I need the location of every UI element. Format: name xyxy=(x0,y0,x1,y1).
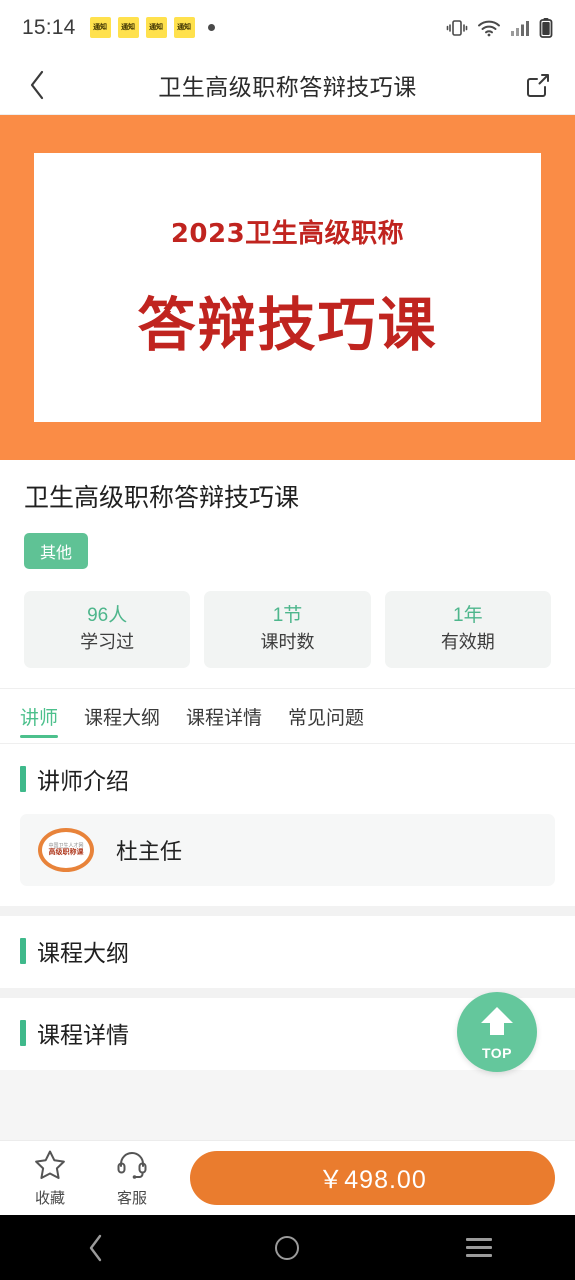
headset-icon xyxy=(116,1149,148,1185)
notification-badge-icon: 通知 xyxy=(145,17,167,38)
tab-outline[interactable]: 课程大纲 xyxy=(84,703,160,743)
android-back-button[interactable] xyxy=(61,1215,131,1280)
customer-service-label: 客服 xyxy=(116,1189,147,1207)
android-navigation-bar xyxy=(0,1215,575,1280)
course-tag-row: 其他 xyxy=(24,532,551,569)
detail-section-title: 课程详情 xyxy=(37,1022,129,1049)
stat-card-learners: 96人 学习过 xyxy=(24,590,191,669)
section-accent-bar xyxy=(20,938,26,965)
vibrate-icon xyxy=(446,18,468,38)
customer-service-button[interactable]: 客服 xyxy=(96,1149,168,1208)
menu-icon xyxy=(466,1238,493,1257)
avatar-line2: 高级职称课 xyxy=(48,848,84,856)
status-bar-system-icons xyxy=(446,17,553,39)
stat-value: 1节 xyxy=(272,604,303,626)
back-button[interactable] xyxy=(20,68,54,102)
stat-label: 学习过 xyxy=(80,632,135,653)
stat-label: 课时数 xyxy=(260,632,315,653)
notification-badge-icon: 通知 xyxy=(173,17,195,38)
stat-label: 有效期 xyxy=(440,632,495,653)
avatar: 中国卫生人才网 高级职称课 xyxy=(38,828,94,873)
notification-badge-icon: 通知 xyxy=(117,17,139,38)
app-header: 卫生高级职称答辩技巧课 xyxy=(0,55,575,115)
course-tabs: 讲师 课程大纲 课程详情 常见问题 xyxy=(0,688,575,745)
favorite-button[interactable]: 收藏 xyxy=(14,1149,86,1208)
banner-subtitle: 2023卫生高级职称 xyxy=(170,219,405,249)
instructor-section-header: 讲师介绍 xyxy=(20,762,555,796)
scroll-to-top-label: TOP xyxy=(481,1044,513,1061)
course-banner[interactable]: 2023卫生高级职称 答辩技巧课 xyxy=(0,115,575,460)
course-title: 卫生高级职称答辩技巧课 xyxy=(24,484,300,512)
status-bar: 15:14 通知 通知 通知 通知 xyxy=(0,0,575,55)
stat-value: 1年 xyxy=(453,604,483,626)
tab-instructor[interactable]: 讲师 xyxy=(20,703,59,743)
notification-badge-icon: 通知 xyxy=(89,17,111,38)
circle-icon xyxy=(275,1235,300,1260)
instructor-section: 讲师介绍 中国卫生人才网 高级职称课 杜主任 xyxy=(0,744,575,907)
page-title: 卫生高级职称答辩技巧课 xyxy=(158,73,417,100)
section-divider xyxy=(0,906,575,917)
outline-section-header: 课程大纲 xyxy=(20,934,555,968)
android-home-button[interactable] xyxy=(252,1215,322,1280)
favorite-label: 收藏 xyxy=(34,1189,65,1207)
wifi-icon xyxy=(477,18,501,38)
section-accent-bar xyxy=(20,1020,26,1047)
banner-title: 答辩技巧课 xyxy=(137,291,438,359)
course-category-tag: 其他 xyxy=(24,532,89,569)
star-icon xyxy=(34,1149,66,1185)
status-bar-notification-badges: 通知 通知 通知 通知 xyxy=(89,17,215,38)
stat-value: 96人 xyxy=(87,604,128,626)
phone-screen: 15:14 通知 通知 通知 通知 卫生高级职称答辩技巧课 2023卫生高级职称… xyxy=(0,0,575,1280)
banner-card: 2023卫生高级职称 答辩技巧课 xyxy=(34,153,541,422)
bottom-action-bar: 收藏 客服 ￥498.00 xyxy=(0,1140,575,1215)
stat-card-lessons: 1节 课时数 xyxy=(204,590,371,669)
course-info: 卫生高级职称答辩技巧课 其他 96人 学习过 1节 课时数 1年 有效期 xyxy=(0,460,575,689)
outline-section-title: 课程大纲 xyxy=(37,940,129,967)
instructor-name: 杜主任 xyxy=(116,839,183,865)
stat-card-validity: 1年 有效期 xyxy=(384,590,551,669)
arrow-up-icon xyxy=(477,1004,517,1043)
battery-icon xyxy=(539,17,553,39)
status-bar-time: 15:14 xyxy=(22,15,76,39)
tab-faq[interactable]: 常见问题 xyxy=(288,703,364,743)
section-accent-bar xyxy=(20,766,26,793)
scroll-to-top-button[interactable]: TOP xyxy=(457,992,537,1072)
signal-icon xyxy=(510,18,530,38)
buy-button[interactable]: ￥498.00 xyxy=(190,1151,555,1205)
share-button[interactable] xyxy=(521,68,555,102)
notification-dot-icon xyxy=(207,24,215,31)
tab-detail[interactable]: 课程详情 xyxy=(186,703,262,743)
outline-section: 课程大纲 xyxy=(0,916,575,989)
instructor-section-title: 讲师介绍 xyxy=(37,768,129,795)
instructor-card[interactable]: 中国卫生人才网 高级职称课 杜主任 xyxy=(20,814,555,887)
course-stats: 96人 学习过 1节 课时数 1年 有效期 xyxy=(24,590,551,669)
android-recents-button[interactable] xyxy=(444,1215,514,1280)
